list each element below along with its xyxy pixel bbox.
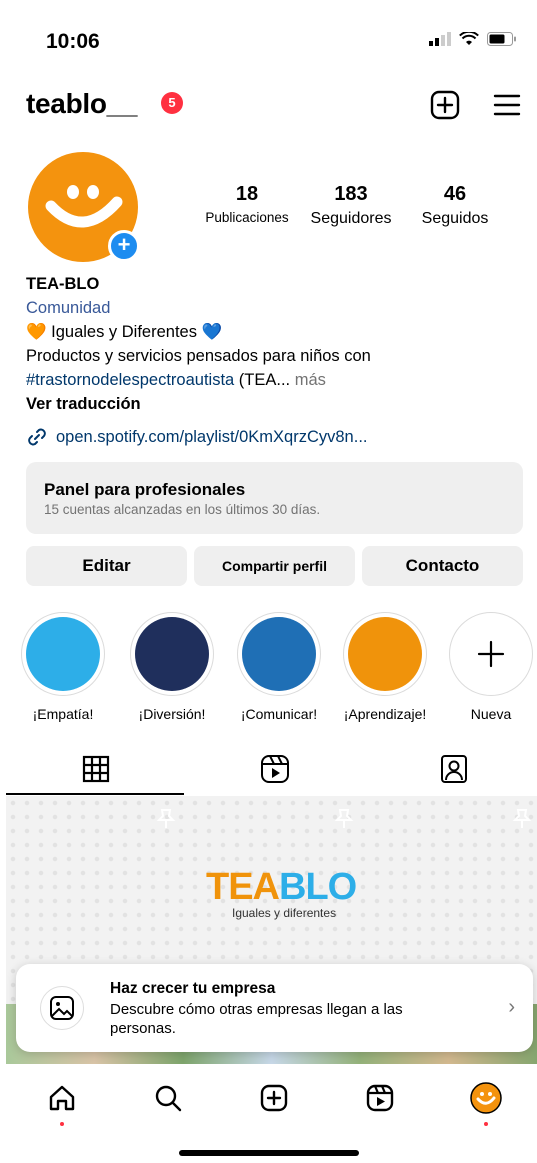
home-indicator[interactable]: [179, 1150, 359, 1156]
signal-icon: [429, 32, 451, 46]
pin-icon: [156, 809, 176, 828]
nav-home[interactable]: [42, 1078, 82, 1126]
create-button[interactable]: [428, 88, 462, 122]
dashboard-title: Panel para profesionales: [44, 480, 246, 499]
nav-profile[interactable]: [466, 1078, 506, 1126]
pin-icon: [334, 809, 354, 828]
bio-line-3: #trastornodelespectroautista (TEA... más: [26, 368, 516, 392]
profile-bio: TEA-BLO Comunidad 🧡 Iguales y Diferentes…: [26, 272, 516, 416]
bio-line-1: 🧡 Iguales y Diferentes 💙: [26, 323, 223, 341]
bio-tail: (TEA...: [234, 371, 291, 389]
stat-followers-value: 183: [334, 183, 368, 205]
tagged-icon: [440, 755, 467, 783]
stat-following[interactable]: 46 Seguidos: [414, 183, 496, 228]
stat-following-value: 46: [443, 183, 467, 205]
tab-reels[interactable]: [185, 744, 364, 794]
stat-following-label: Seguidos: [421, 210, 489, 227]
highlight-diversion[interactable]: ¡Diversión!: [127, 612, 217, 722]
profile-link-text[interactable]: open.spotify.com/playlist/0KmXqrzCyv8n..…: [56, 428, 368, 447]
image-icon: [40, 986, 84, 1030]
highlight-label: ¡Aprendizaje!: [343, 706, 427, 722]
chevron-right-icon: ›: [508, 996, 515, 1018]
promo-title: Haz crecer tu empresa: [110, 980, 276, 997]
profile-name: TEA-BLO: [26, 275, 100, 293]
highlight-label: Nueva: [470, 706, 512, 722]
grid-icon: [82, 755, 109, 783]
highlight-ring: [449, 612, 533, 696]
stat-posts-value: 18: [235, 183, 259, 205]
highlight-aprendizaje[interactable]: ¡Aprendizaje!: [340, 612, 430, 722]
link-icon: [28, 428, 46, 446]
nav-profile-dot: [484, 1122, 488, 1126]
highlight-label: ¡Empatía!: [32, 706, 94, 722]
highlight-cover: [242, 617, 316, 691]
profile-avatar-icon: [470, 1082, 502, 1114]
plus-icon: [477, 640, 505, 668]
tab-tagged[interactable]: [364, 744, 537, 794]
bottom-navigation: [0, 1066, 537, 1136]
stat-posts-label: Publicaciones: [205, 210, 289, 225]
profile-actions: Editar Compartir perfil Contacto: [26, 546, 523, 586]
battery-icon: [487, 32, 516, 46]
highlight-ring: [237, 612, 321, 696]
stat-followers[interactable]: 183 Seguidores: [302, 183, 400, 228]
profile-header: teablo__ 5: [0, 84, 537, 130]
status-time: 10:06: [46, 30, 100, 53]
active-tab-indicator: [6, 793, 184, 795]
highlight-label: ¡Diversión!: [138, 706, 206, 722]
hamburger-icon: [493, 94, 521, 116]
new-highlight-button[interactable]: Nueva: [446, 612, 536, 722]
highlight-comunicar[interactable]: ¡Comunicar!: [234, 612, 324, 722]
highlight-label: ¡Comunicar!: [240, 706, 318, 722]
home-icon: [49, 1085, 75, 1111]
tab-grid[interactable]: [6, 744, 185, 794]
search-icon: [155, 1085, 182, 1112]
create-icon: [260, 1084, 288, 1112]
highlight-ring: [343, 612, 427, 696]
share-profile-button[interactable]: Compartir perfil: [194, 546, 355, 586]
translate-link[interactable]: Ver traducción: [26, 392, 516, 416]
grow-business-card[interactable]: Haz crecer tu empresa Descubre cómo otra…: [16, 964, 533, 1052]
wifi-icon: [459, 32, 479, 45]
promo-description: Descubre cómo otras empresas llegan a la…: [110, 1001, 403, 1037]
dashboard-subtitle: 15 cuentas alcanzadas en los últimos 30 …: [44, 502, 321, 517]
bio-more-link[interactable]: más: [290, 371, 326, 389]
professional-dashboard[interactable]: Panel para profesionales 15 cuentas alca…: [26, 462, 523, 534]
stat-followers-label: Seguidores: [310, 210, 392, 227]
contact-button[interactable]: Contacto: [362, 546, 523, 586]
highlight-cover: [135, 617, 209, 691]
highlight-cover: [348, 617, 422, 691]
post-brand-tagline: Iguales y diferentes: [232, 906, 337, 920]
profile-tabs: [0, 744, 537, 795]
stat-posts[interactable]: 18 Publicaciones: [200, 183, 294, 225]
post-brand-logo: TEABLO: [206, 866, 357, 908]
username[interactable]: teablo__: [26, 88, 138, 120]
reels-icon: [366, 1084, 394, 1112]
nav-search[interactable]: [148, 1078, 188, 1118]
status-bar: 10:06: [0, 0, 537, 80]
add-story-button[interactable]: +: [108, 230, 140, 262]
pin-icon: [512, 809, 532, 828]
nav-home-dot: [60, 1122, 64, 1126]
highlight-ring: [130, 612, 214, 696]
smiley-logo-icon: [45, 185, 123, 228]
menu-button[interactable]: [490, 88, 524, 122]
bio-hashtag[interactable]: #trastornodelespectroautista: [26, 371, 234, 389]
reels-icon: [260, 755, 289, 783]
highlight-cover: [26, 617, 100, 691]
story-highlights: ¡Empatía! ¡Diversión! ¡Comunicar! ¡Apren…: [0, 612, 537, 722]
profile-category[interactable]: Comunidad: [26, 296, 516, 320]
highlight-ring: [21, 612, 105, 696]
bio-line-2: Productos y servicios pensados para niño…: [26, 347, 371, 365]
highlight-empatia[interactable]: ¡Empatía!: [18, 612, 108, 722]
profile-link[interactable]: open.spotify.com/playlist/0KmXqrzCyv8n..…: [26, 426, 368, 448]
status-icons: [429, 32, 517, 46]
plus-square-icon: [430, 90, 460, 120]
notification-badge[interactable]: 5: [161, 92, 183, 114]
edit-profile-button[interactable]: Editar: [26, 546, 187, 586]
nav-create[interactable]: [254, 1078, 294, 1118]
nav-reels[interactable]: [360, 1078, 400, 1118]
profile-avatar[interactable]: +: [28, 152, 140, 262]
